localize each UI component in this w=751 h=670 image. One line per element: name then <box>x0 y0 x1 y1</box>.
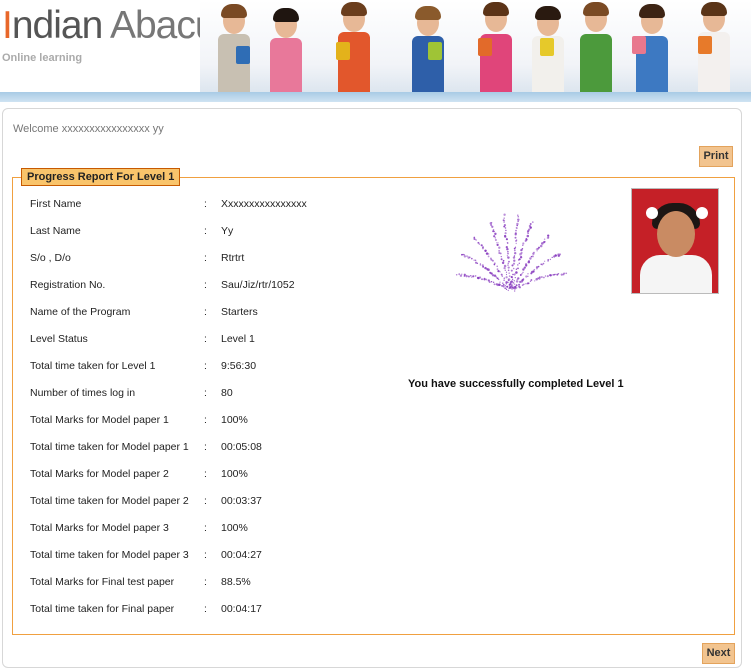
report-row-separator: : <box>204 360 207 372</box>
report-row: S/o , D/o: Rtrtrt <box>30 252 370 266</box>
report-row-separator: : <box>204 468 207 480</box>
tagline: Online learning <box>2 52 83 64</box>
report-row-label: Number of times log in <box>30 387 136 399</box>
report-row-label: Total time taken for Model paper 1 <box>30 441 189 453</box>
report-row-value: 80 <box>221 387 233 399</box>
child-figure <box>476 2 516 92</box>
report-row: Total Marks for Model paper 2: 100% <box>30 468 370 482</box>
report-row-label: Total time taken for Model paper 2 <box>30 495 189 507</box>
report-row-label: Total Marks for Model paper 1 <box>30 414 169 426</box>
report-row-label: Total time taken for Model paper 3 <box>30 549 189 561</box>
welcome-message: Welcome xxxxxxxxxxxxxxxx yy <box>13 123 164 135</box>
report-row-value: 100% <box>221 414 248 426</box>
report-row: First Name: Xxxxxxxxxxxxxxxx <box>30 198 370 212</box>
report-row: Total Marks for Model paper 1: 100% <box>30 414 370 428</box>
site-header: Indian Abacus Online learning <box>0 0 751 94</box>
report-row: Registration No.: Sau/Jiz/rtr/1052 <box>30 279 370 293</box>
child-figure <box>694 2 734 92</box>
logo-word-1: ndian <box>11 4 103 47</box>
report-row-separator: : <box>204 333 207 345</box>
report-row-label: S/o , D/o <box>30 252 71 264</box>
report-row-separator: : <box>204 252 207 264</box>
report-row-separator: : <box>204 441 207 453</box>
report-row-value: Sau/Jiz/rtr/1052 <box>221 279 295 291</box>
report-row-value: Yy <box>221 225 234 237</box>
report-row-value: 88.5% <box>221 576 251 588</box>
student-photo <box>631 188 719 294</box>
report-row-label: Name of the Program <box>30 306 131 318</box>
progress-report-title: Progress Report For Level 1 <box>21 168 181 186</box>
report-row: Level Status: Level 1 <box>30 333 370 347</box>
report-row: Total time taken for Model paper 1: 00:05… <box>30 441 370 455</box>
report-row-value: 00:05:08 <box>221 441 262 453</box>
success-message: You have successfully completed Level 1 <box>408 378 624 390</box>
report-row-value: Starters <box>221 306 258 318</box>
print-button[interactable]: Print <box>699 146 733 167</box>
report-row-value: Level 1 <box>221 333 255 345</box>
child-figure <box>408 4 448 92</box>
header-banner-image <box>200 0 751 92</box>
report-row-separator: : <box>204 387 207 399</box>
main-panel: Welcome xxxxxxxxxxxxxxxx yy Print Progre… <box>2 108 742 668</box>
child-figure <box>334 2 374 92</box>
report-row-label: Registration No. <box>30 279 106 291</box>
child-figure <box>266 4 306 92</box>
report-row-value: 100% <box>221 522 248 534</box>
report-row-label: Total time taken for Final paper <box>30 603 175 615</box>
report-row-value: 00:04:27 <box>221 549 262 561</box>
report-row-value: Rtrtrt <box>221 252 245 264</box>
report-row-label: Last Name <box>30 225 81 237</box>
report-row-separator: : <box>204 549 207 561</box>
header-divider-bar <box>0 92 751 102</box>
report-row: Total Marks for Model paper 3: 100% <box>30 522 370 536</box>
child-figure <box>214 2 254 92</box>
report-row-label: Total time taken for Level 1 <box>30 360 156 372</box>
report-row-separator: : <box>204 414 207 426</box>
report-row-label: First Name <box>30 198 82 210</box>
report-row-separator: : <box>204 225 207 237</box>
report-row-separator: : <box>204 603 207 615</box>
report-row-separator: : <box>204 306 207 318</box>
child-figure <box>632 2 672 92</box>
child-figure <box>528 4 568 92</box>
progress-report-fieldset: Progress Report For Level 1 First Name: X… <box>12 168 735 635</box>
report-row: Total time taken for Final paper: 00:04:1… <box>30 603 370 617</box>
report-row-value: 00:03:37 <box>221 495 262 507</box>
report-row-separator: : <box>204 576 207 588</box>
report-row: Total time taken for Model paper 2: 00:03… <box>30 495 370 509</box>
report-row-label: Level Status <box>30 333 88 345</box>
report-row-value: 00:04:17 <box>221 603 262 615</box>
report-row-label: Total Marks for Final test paper <box>30 576 175 588</box>
firework-graphic <box>455 213 568 292</box>
report-row-separator: : <box>204 522 207 534</box>
report-row: Last Name: Yy <box>30 225 370 239</box>
next-button[interactable]: Next <box>702 643 735 664</box>
report-row: Name of the Program: Starters <box>30 306 370 320</box>
report-row: Total Marks for Final test paper: 88.5% <box>30 576 370 590</box>
report-row-value: 9:56:30 <box>221 360 257 372</box>
report-row: Total time taken for Model paper 3: 00:04… <box>30 549 370 563</box>
child-figure <box>576 2 616 92</box>
report-row-value: Xxxxxxxxxxxxxxxx <box>221 198 307 210</box>
report-row-label: Total Marks for Model paper 2 <box>30 468 169 480</box>
report-row-separator: : <box>204 279 207 291</box>
report-row-value: 100% <box>221 468 248 480</box>
report-row: Number of times log in: 80 <box>30 387 370 401</box>
report-row-separator: : <box>204 198 207 210</box>
logo-initial: I <box>2 4 13 47</box>
report-row-separator: : <box>204 495 207 507</box>
report-row: Total time taken for Level 1: 9:56:30 <box>30 360 370 374</box>
report-row-label: Total Marks for Model paper 3 <box>30 522 169 534</box>
